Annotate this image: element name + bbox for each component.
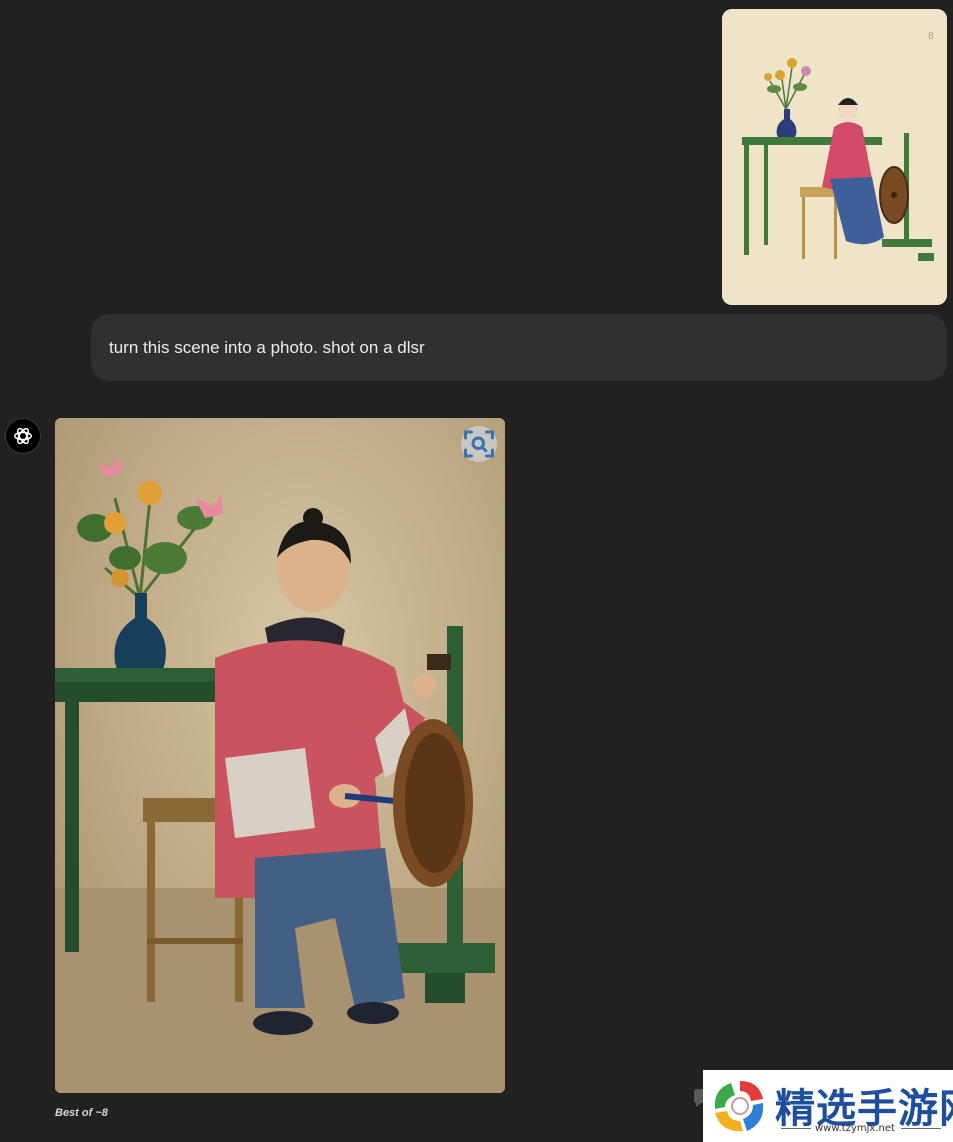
- assistant-avatar: [5, 418, 41, 454]
- page-number: 8: [928, 32, 934, 42]
- visual-search-icon: [464, 430, 494, 458]
- visual-search-button[interactable]: [461, 426, 497, 462]
- user-message-text: turn this scene into a photo. shot on a …: [109, 337, 425, 357]
- image-caption: Best of ~8: [55, 1107, 108, 1119]
- painting-illustration: 8: [722, 9, 947, 305]
- openai-logo-icon: [14, 427, 32, 445]
- watermark-rule-right: [901, 1128, 941, 1129]
- watermark-logo-icon: [714, 1081, 764, 1132]
- watermark-rule-left: [781, 1128, 811, 1129]
- watermark-url: www.tzymjx.net: [815, 1123, 895, 1134]
- user-attachment-image[interactable]: 8: [722, 9, 947, 305]
- generated-image[interactable]: [55, 418, 505, 1093]
- watermark: 精选手游网 www.tzymjx.net: [703, 1070, 953, 1142]
- generated-photo-illustration: [55, 418, 505, 1093]
- user-message-bubble: turn this scene into a photo. shot on a …: [91, 314, 947, 381]
